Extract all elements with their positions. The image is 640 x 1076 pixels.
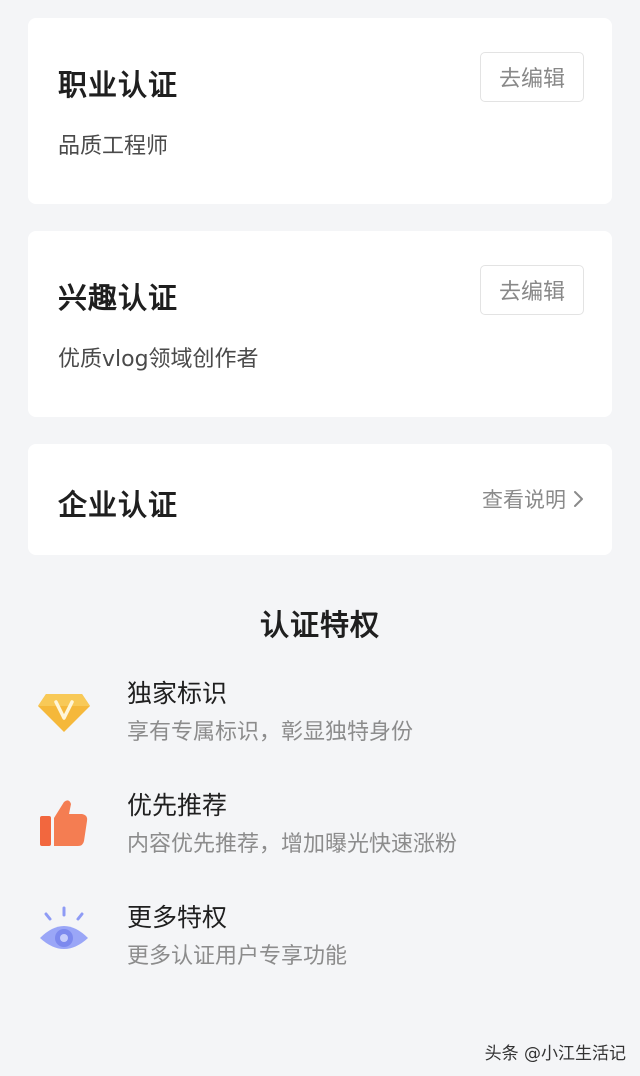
privilege-desc: 更多认证用户专享功能 bbox=[127, 944, 348, 969]
eye-icon bbox=[40, 906, 88, 949]
privilege-title: 更多特权 bbox=[127, 903, 228, 932]
interest-edit-button[interactable]: 去编辑 bbox=[480, 265, 584, 315]
chevron-right-icon bbox=[574, 491, 583, 507]
thumbs-up-icon bbox=[40, 800, 88, 846]
privilege-item: 优先推荐 内容优先推荐，增加曝光快速涨粉 bbox=[0, 782, 640, 862]
professional-cert-card: 职业认证 去编辑 品质工程师 bbox=[28, 18, 612, 204]
professional-edit-button[interactable]: 去编辑 bbox=[480, 52, 584, 102]
privilege-desc: 享有专属标识，彰显独特身份 bbox=[127, 720, 414, 745]
interest-cert-title: 兴趣认证 bbox=[58, 281, 179, 315]
watermark: 头条 @小江生活记 bbox=[484, 1044, 626, 1064]
privilege-title: 独家标识 bbox=[127, 679, 228, 708]
enterprise-cert-card[interactable]: 企业认证 查看说明 bbox=[28, 444, 612, 555]
professional-cert-desc: 品质工程师 bbox=[58, 134, 169, 159]
privilege-desc: 内容优先推荐，增加曝光快速涨粉 bbox=[127, 832, 458, 857]
privilege-item: 独家标识 享有专属标识，彰显独特身份 bbox=[0, 670, 640, 750]
privilege-item: 更多特权 更多认证用户专享功能 bbox=[0, 894, 640, 974]
interest-cert-desc: 优质vlog领域创作者 bbox=[58, 347, 259, 372]
privileges-title: 认证特权 bbox=[259, 608, 380, 642]
diamond-v-icon bbox=[38, 694, 90, 732]
enterprise-cert-title: 企业认证 bbox=[58, 488, 179, 522]
view-explanation-label: 查看说明 bbox=[482, 488, 566, 512]
privilege-title: 优先推荐 bbox=[127, 791, 228, 820]
view-explanation-link[interactable]: 查看说明 bbox=[482, 484, 584, 514]
professional-cert-title: 职业认证 bbox=[58, 68, 179, 102]
certification-page: 职业认证 去编辑 品质工程师 兴趣认证 去编辑 优质vlog领域创作者 企业认证… bbox=[0, 0, 640, 1076]
interest-cert-card: 兴趣认证 去编辑 优质vlog领域创作者 bbox=[28, 231, 612, 417]
